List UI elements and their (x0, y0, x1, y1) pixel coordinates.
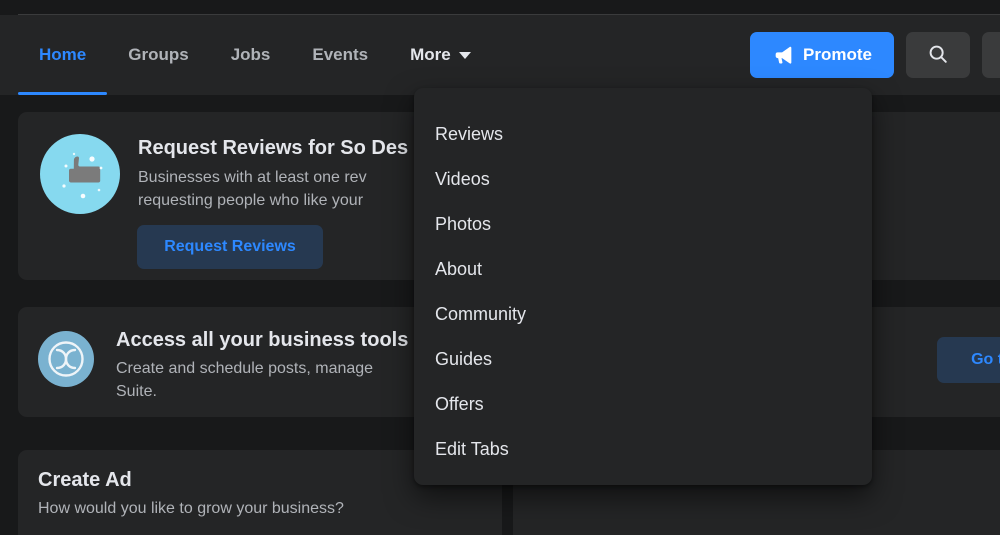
search-button[interactable] (906, 32, 970, 78)
dropdown-item-about[interactable]: About (414, 247, 872, 292)
megaphone-icon (772, 44, 794, 66)
nav-tab-label: Jobs (230, 45, 271, 64)
nav-tab-label: More (410, 45, 451, 64)
nav-tab-more[interactable]: More (389, 15, 492, 95)
nav-tab-groups[interactable]: Groups (107, 15, 209, 95)
dropdown-item-label: Guides (435, 349, 493, 369)
dropdown-item-photos[interactable]: Photos (414, 202, 872, 247)
create-ad-body: How would you like to grow your business… (38, 500, 344, 517)
chevron-down-icon (458, 51, 471, 59)
nav-tab-events[interactable]: Events (291, 15, 389, 95)
dropdown-item-edit-tabs[interactable]: Edit Tabs (414, 427, 872, 472)
dropdown-item-community[interactable]: Community (414, 292, 872, 337)
request-reviews-title: Request Reviews for So Des (138, 137, 409, 159)
dropdown-item-label: Videos (435, 169, 490, 189)
thumbs-up-icon (40, 134, 120, 214)
request-reviews-button[interactable]: Request Reviews (137, 225, 323, 269)
dropdown-item-label: About (435, 259, 483, 279)
promote-button[interactable]: Promote (750, 32, 894, 78)
dropdown-item-label: Photos (435, 214, 492, 234)
go-to-business-suite-button[interactable]: Go to (937, 337, 1000, 383)
dropdown-item-reviews[interactable]: Reviews (414, 112, 872, 157)
overflow-menu-button[interactable] (982, 32, 1000, 78)
create-ad-title: Create Ad (38, 469, 132, 491)
promote-button-label: Promote (803, 45, 872, 64)
nav-tab-label: Home (39, 45, 87, 64)
search-icon (927, 43, 949, 68)
page-navbar: Home Groups Jobs Events More Promote (0, 15, 1000, 95)
more-tabs-dropdown: Reviews Videos Photos About Community Gu… (414, 88, 872, 485)
dropdown-item-label: Reviews (435, 124, 504, 144)
dropdown-item-label: Community (435, 304, 527, 324)
business-tools-title: Access all your business tools i (116, 329, 420, 351)
nav-tab-jobs[interactable]: Jobs (210, 15, 292, 95)
dropdown-item-guides[interactable]: Guides (414, 337, 872, 382)
nav-tab-label: Groups (128, 45, 189, 64)
dropdown-item-offers[interactable]: Offers (414, 382, 872, 427)
nav-tab-label: Events (312, 45, 369, 64)
dropdown-item-label: Offers (435, 394, 484, 414)
nav-actions: Promote (750, 15, 1000, 95)
dropdown-item-label: Edit Tabs (435, 439, 509, 459)
nav-tab-list: Home Groups Jobs Events More (18, 15, 492, 95)
nav-tab-home[interactable]: Home (18, 15, 108, 95)
page-root: Home Groups Jobs Events More Promote Req… (0, 0, 1000, 535)
dropdown-item-videos[interactable]: Videos (414, 157, 872, 202)
meta-business-suite-icon (38, 331, 94, 387)
